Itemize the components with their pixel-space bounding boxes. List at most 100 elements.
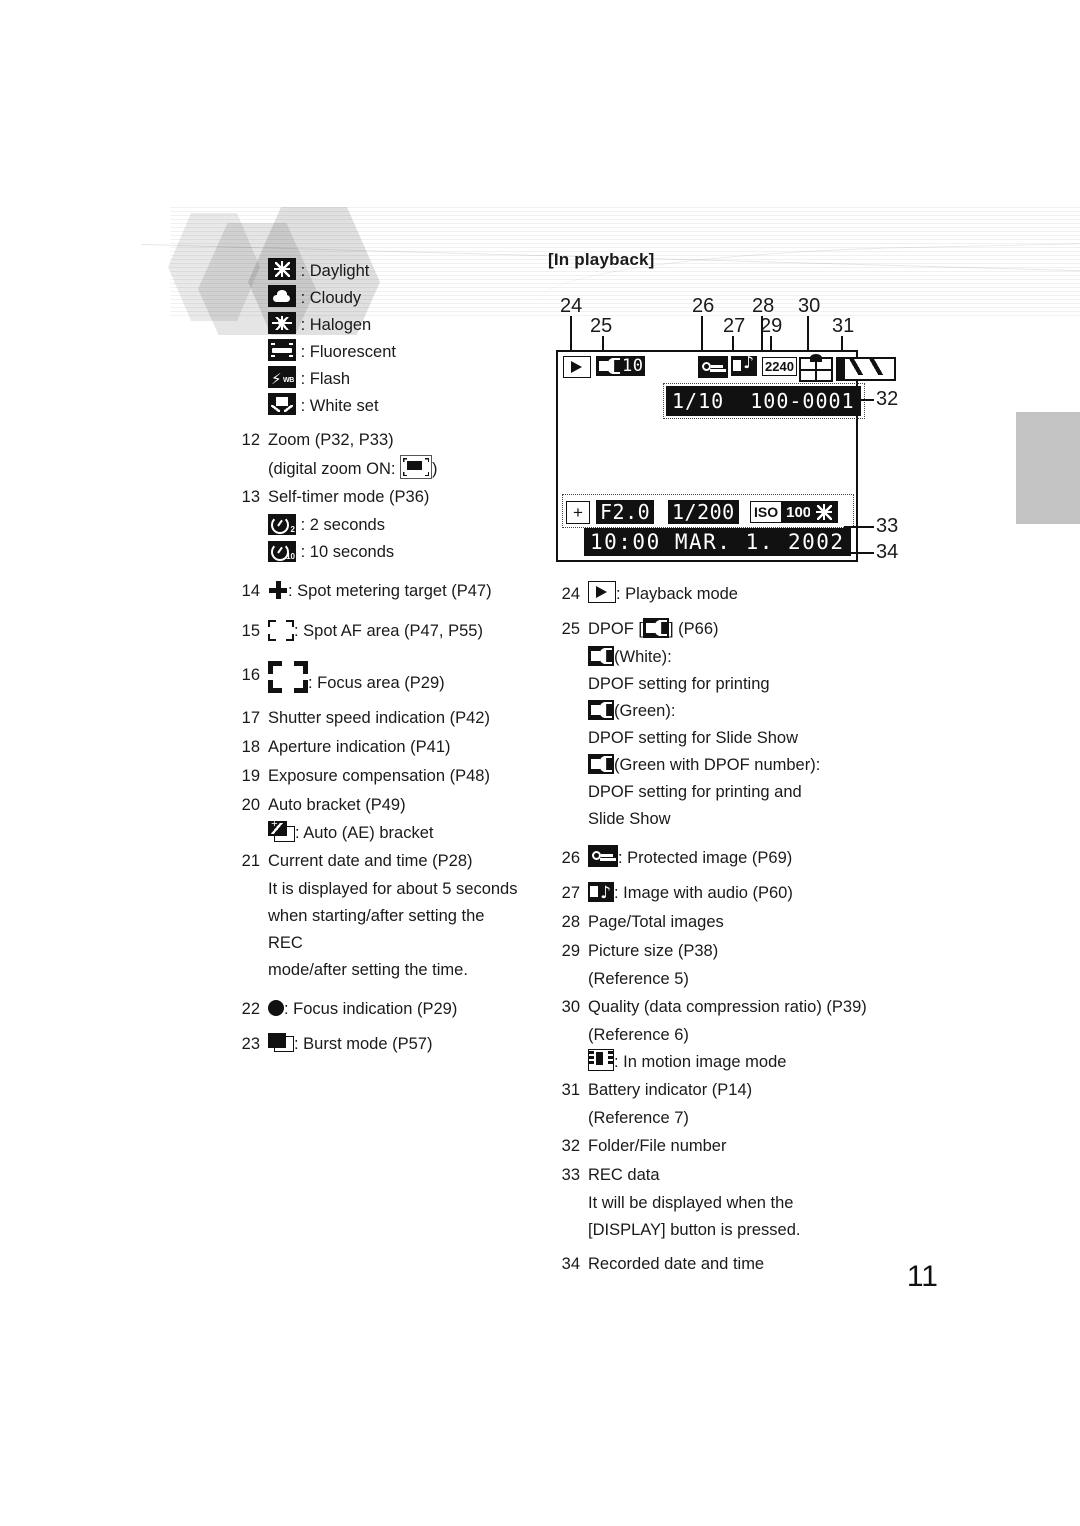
list-item-15: 15 : Spot AF area (P47, P55) <box>228 617 520 646</box>
item21-detail-2: when starting/after setting the REC <box>268 907 485 952</box>
leader-line-33 <box>844 526 874 528</box>
motion-image-row: : In motion image mode <box>548 1049 948 1076</box>
dpof-white-label: (White): <box>614 648 672 666</box>
item33-detail-1: It will be displayed when the <box>588 1194 794 1212</box>
item-number: 31 <box>561 1081 580 1099</box>
auto-ae-bracket-icon <box>268 819 295 842</box>
item-text: : Playback mode <box>616 585 738 603</box>
flash-wb-icon <box>268 366 296 388</box>
item-number: 20 <box>241 796 260 814</box>
list-item-31: 31 Battery indicator (P14) <box>548 1076 948 1105</box>
item-text: Folder/File number <box>588 1137 727 1155</box>
item-number: 23 <box>241 1035 260 1053</box>
wb-daylight-label: : Daylight <box>300 262 370 280</box>
item-text: : Image with audio (P60) <box>614 884 793 902</box>
dpof-icon <box>643 618 670 638</box>
leader-line-32 <box>854 399 874 401</box>
wb-daylight-icon <box>810 501 838 523</box>
timer-badge: 2 <box>290 525 295 534</box>
list-item-22: 22 : Focus indication (P29) <box>228 995 520 1024</box>
lcd-screen: 10 2240 1/10 100-0001 + F2.0 1/200 ISO 1… <box>556 350 896 562</box>
wb-icon-list: : Daylight : Cloudy : Halogen : Fluoresc… <box>228 258 520 420</box>
item-text: : Protected image (P69) <box>618 849 793 867</box>
list-item-34: 34 Recorded date and time <box>548 1250 948 1279</box>
item-number: 12 <box>241 431 260 449</box>
ae-bracket-note: : Auto (AE) bracket <box>228 819 520 847</box>
protected-image-icon <box>698 356 728 378</box>
folder-file-number: 100-0001 <box>750 389 855 413</box>
item-text: Quality (data compression ratio) (P39) <box>588 998 867 1016</box>
dpof-green-icon <box>588 700 614 720</box>
white-set-icon <box>268 393 296 415</box>
item-text: Zoom (P32, P33) <box>268 431 394 449</box>
item-text: Auto bracket (P49) <box>268 796 406 814</box>
wb-whiteset-label: : White set <box>300 397 379 415</box>
dpof-green-label: (Green): <box>614 702 676 720</box>
self-timer-2s-label: : 2 seconds <box>300 516 385 534</box>
item-text: : Burst mode (P57) <box>294 1035 433 1053</box>
dpof-greennum-row: (Green with DPOF number): <box>548 752 948 779</box>
callout-34: 34 <box>876 541 899 563</box>
item-number: 32 <box>561 1137 580 1155</box>
playback-mode-icon <box>563 356 591 378</box>
list-item-27: 27 : Image with audio (P60) <box>548 879 948 908</box>
callout-32: 32 <box>876 388 899 410</box>
dpof-icon <box>596 356 622 376</box>
item-number: 34 <box>561 1255 580 1273</box>
item-text: Aperture indication (P41) <box>268 738 451 756</box>
item-number: 24 <box>561 585 580 603</box>
list-item-17: 17 Shutter speed indication (P42) <box>228 704 520 733</box>
item-text: : Focus indication (P29) <box>284 1000 458 1018</box>
item-text: Self-timer mode (P36) <box>268 488 430 506</box>
burst-mode-icon <box>268 1033 294 1053</box>
item-number: 26 <box>561 849 580 867</box>
exposure-compensation-value: + <box>566 501 590 524</box>
list-item-29: 29 Picture size (P38) <box>548 937 948 966</box>
list-item-26: 26 : Protected image (P69) <box>548 844 948 873</box>
wb-row-white-set: : White set <box>268 393 520 420</box>
motion-image-icon <box>588 1049 614 1071</box>
list-item-18: 18 Aperture indication (P41) <box>228 733 520 762</box>
focus-indication-icon <box>268 1000 284 1016</box>
item-text: Page/Total images <box>588 913 724 931</box>
item-text: Picture size (P38) <box>588 942 719 960</box>
item-number: 22 <box>241 1000 260 1018</box>
aperture-value: F2.0 <box>596 500 655 524</box>
list-item-12: 12 Zoom (P32, P33) <box>228 426 520 455</box>
focus-area-icon <box>268 661 308 693</box>
callout-29: 29 <box>760 315 783 337</box>
item-text: Recorded date and time <box>588 1255 765 1273</box>
dpof-greennum-desc-1: DPOF setting for printing and <box>588 783 802 801</box>
digital-zoom-icon <box>400 455 433 479</box>
item-text: Current date and time (P28) <box>268 852 473 870</box>
lcd-status-bar: 10 2240 <box>558 352 896 382</box>
list-item-20: 20 Auto bracket (P49) <box>228 791 520 820</box>
list-item-25: 25 DPOF [] (P66) <box>548 615 948 644</box>
self-timer-10s-icon: 10 <box>268 541 296 562</box>
lcd-diagram: 24 25 26 27 28 29 30 31 10 2240 1/10 100… <box>548 294 948 574</box>
page-edge-tab <box>1016 412 1080 524</box>
fluorescent-icon <box>268 339 296 361</box>
item-text: Battery indicator (P14) <box>588 1081 753 1099</box>
dpof-green-desc: DPOF setting for Slide Show <box>588 729 799 747</box>
daylight-icon <box>268 258 296 280</box>
self-timer-2s: 2 : 2 seconds <box>228 512 520 539</box>
leader-line-34 <box>788 552 874 554</box>
spot-af-area-icon <box>268 620 294 641</box>
list-item-19: 19 Exposure compensation (P48) <box>228 762 520 791</box>
callout-28: 28 <box>752 295 775 317</box>
item-number: 14 <box>241 582 260 600</box>
list-item-16: 16 : Focus area (P29) <box>228 661 520 698</box>
item-text: Shutter speed indication (P42) <box>268 709 490 727</box>
iso-label: ISO <box>750 501 783 523</box>
wb-row-daylight: : Daylight <box>268 258 520 285</box>
item-number: 25 <box>561 620 580 638</box>
item-text: : Focus area (P29) <box>308 674 445 692</box>
item-number: 28 <box>561 913 580 931</box>
protected-image-icon <box>588 845 618 867</box>
list-item-23: 23 : Burst mode (P57) <box>228 1030 520 1059</box>
callout-30: 30 <box>798 295 821 317</box>
item-number: 17 <box>241 709 260 727</box>
list-item-33: 33 REC data <box>548 1161 948 1190</box>
wb-fluorescent-label: : Fluorescent <box>300 343 396 361</box>
